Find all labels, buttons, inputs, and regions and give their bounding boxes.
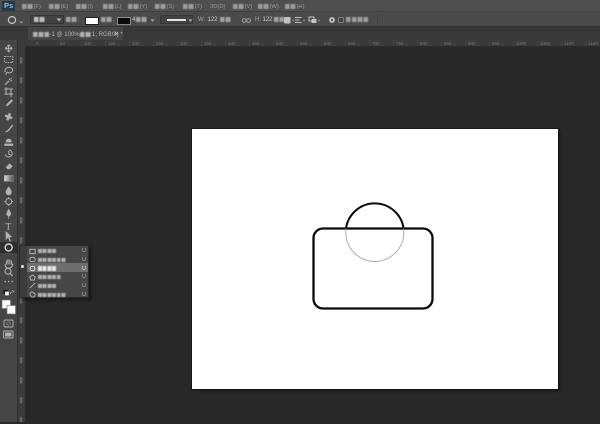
svg-text:800: 800: [420, 41, 428, 46]
svg-text:50: 50: [60, 41, 66, 46]
svg-text:150: 150: [108, 41, 116, 46]
svg-text:700: 700: [372, 41, 380, 46]
svg-text:600: 600: [324, 41, 332, 46]
svg-text:450: 450: [252, 41, 260, 46]
svg-text:300: 300: [180, 41, 188, 46]
svg-text:950: 950: [492, 41, 500, 46]
svg-text:850: 850: [444, 41, 452, 46]
svg-text:0: 0: [36, 41, 39, 46]
svg-text:900: 900: [468, 41, 476, 46]
svg-text:200: 200: [132, 41, 140, 46]
svg-text:750: 750: [396, 41, 404, 46]
svg-text:650: 650: [348, 41, 356, 46]
svg-text:100: 100: [84, 41, 92, 46]
svg-text:500: 500: [276, 41, 284, 46]
svg-text:550: 550: [300, 41, 308, 46]
svg-text:400: 400: [228, 41, 236, 46]
svg-text:1000: 1000: [516, 41, 527, 46]
svg-text:250: 250: [156, 41, 164, 46]
svg-text:1050: 1050: [540, 41, 551, 46]
svg-text:350: 350: [204, 41, 212, 46]
svg-text:1150: 1150: [588, 41, 598, 46]
svg-text:T: T: [5, 222, 11, 233]
svg-text:1100: 1100: [564, 41, 574, 46]
